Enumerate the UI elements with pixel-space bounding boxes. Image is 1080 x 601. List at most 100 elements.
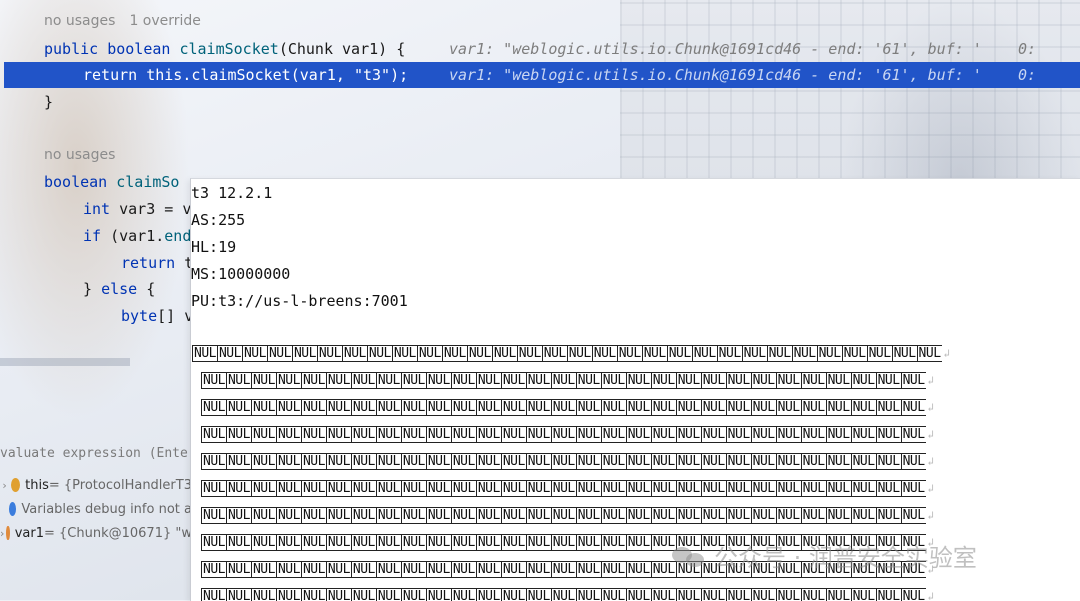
- nul-char: NUL: [600, 399, 626, 416]
- panel-splitter[interactable]: [0, 358, 130, 366]
- nul-char: NUL: [850, 480, 876, 497]
- nul-row: NUL NUL NUL NUL NUL NUL NUL NUL NUL NUL NUL NUL NUL N…: [201, 480, 934, 498]
- nul-char: NUL: [250, 561, 276, 578]
- nul-char: NUL: [700, 507, 726, 524]
- nul-char: NUL: [800, 372, 826, 389]
- nul-char: NUL: [600, 561, 626, 578]
- variable-row[interactable]: › var1 = {Chunk@10671} "w: [0, 522, 192, 544]
- nul-char: NUL: [400, 426, 426, 443]
- code-line-var3: int var3 = v: [83, 200, 192, 218]
- nul-char: NUL: [350, 561, 376, 578]
- nul-char: NUL: [875, 426, 901, 443]
- nul-char: NUL: [450, 426, 476, 443]
- nul-char: NUL: [900, 480, 926, 497]
- evaluate-expression-input[interactable]: valuate expression (Enter: [0, 446, 192, 461]
- nul-char: NUL: [650, 426, 676, 443]
- execution-point-line[interactable]: return this.claimSocket(var1, "t3"); var…: [4, 62, 1080, 88]
- nul-char: NUL: [525, 507, 551, 524]
- nul-char: NUL: [550, 372, 576, 389]
- nul-char: NUL: [450, 507, 476, 524]
- usages-hint[interactable]: no usages: [44, 13, 115, 29]
- nul-char: NUL: [375, 372, 401, 389]
- nul-char: NUL: [500, 453, 526, 470]
- watermark-text: 公众号 · 润普安全实验室: [714, 544, 977, 572]
- nul-char: NUL: [300, 453, 326, 470]
- nul-char: NUL: [450, 372, 476, 389]
- nul-char: NUL: [225, 453, 251, 470]
- nul-char: NUL: [475, 507, 501, 524]
- nul-char: NUL: [450, 480, 476, 497]
- nul-char: NUL: [575, 426, 601, 443]
- nul-char: NUL: [325, 561, 351, 578]
- nul-char: NUL: [475, 561, 501, 578]
- nul-char: NUL: [500, 534, 526, 551]
- nul-char: NUL: [350, 480, 376, 497]
- nul-char: NUL: [350, 426, 376, 443]
- expand-chevron-icon[interactable]: ›: [0, 527, 4, 540]
- nul-char: NUL: [600, 507, 626, 524]
- variable-value: = {Chunk@10671} "w: [44, 525, 192, 541]
- nul-char: NUL: [450, 588, 476, 601]
- variable-row[interactable]: › this = {ProtocolHandlerT3: [0, 474, 192, 496]
- nul-char: NUL: [250, 426, 276, 443]
- variable-row[interactable]: Variables debug info not a: [0, 498, 192, 520]
- nul-char: NUL: [400, 588, 426, 601]
- soft-wrap-icon: ↲: [927, 455, 935, 468]
- nul-char: NUL: [425, 588, 451, 601]
- nul-char: NUL: [800, 399, 826, 416]
- nul-char: NUL: [450, 534, 476, 551]
- nul-char: NUL: [850, 399, 876, 416]
- override-hint[interactable]: 1 override: [129, 13, 200, 29]
- nul-char: NUL: [425, 453, 451, 470]
- nul-char: NUL: [675, 426, 701, 443]
- nul-char: NUL: [750, 507, 776, 524]
- nul-char: NUL: [825, 453, 851, 470]
- nul-char: NUL: [500, 561, 526, 578]
- close-brace: }: [44, 93, 54, 111]
- nul-char: NUL: [275, 426, 301, 443]
- nul-char: NUL: [350, 534, 376, 551]
- nul-char: NUL: [250, 480, 276, 497]
- expand-chevron-icon[interactable]: ›: [0, 479, 9, 492]
- nul-char: NUL: [201, 426, 226, 443]
- nul-char: NUL: [275, 399, 301, 416]
- nul-char: NUL: [275, 534, 301, 551]
- nul-char: NUL: [891, 345, 917, 362]
- nul-char: NUL: [225, 426, 251, 443]
- nul-char: NUL: [325, 453, 351, 470]
- nul-char: NUL: [800, 588, 826, 601]
- exec-inline-value: var1: "weblogic.utils.io.Chunk@1691cd46 …: [449, 66, 1046, 84]
- nul-char: NUL: [250, 507, 276, 524]
- method2-usages-hint[interactable]: no usages: [44, 147, 115, 163]
- nul-char: NUL: [300, 399, 326, 416]
- nul-char: NUL: [375, 480, 401, 497]
- watermark: 公众号 · 润普安全实验室: [670, 538, 977, 573]
- nul-char: NUL: [400, 372, 426, 389]
- nul-char: NUL: [900, 453, 926, 470]
- nul-char: NUL: [741, 345, 767, 362]
- nul-char: NUL: [600, 453, 626, 470]
- nul-char: NUL: [725, 426, 751, 443]
- nul-char: NUL: [416, 345, 442, 362]
- nul-char: NUL: [201, 507, 226, 524]
- code-line-if: if (var1.end: [83, 227, 192, 245]
- nul-char: NUL: [625, 561, 651, 578]
- nul-char: NUL: [900, 399, 926, 416]
- nul-char: NUL: [725, 399, 751, 416]
- nul-char: NUL: [800, 453, 826, 470]
- method1-inlay-meta[interactable]: no usages 1 override: [44, 13, 215, 29]
- nul-char: NUL: [341, 345, 367, 362]
- nul-char: NUL: [800, 480, 826, 497]
- nul-char: NUL: [550, 426, 576, 443]
- nul-char: NUL: [625, 480, 651, 497]
- nul-char: NUL: [750, 453, 776, 470]
- nul-char: NUL: [375, 453, 401, 470]
- nul-char: NUL: [916, 345, 942, 362]
- nul-char: NUL: [650, 399, 676, 416]
- nul-char: NUL: [450, 453, 476, 470]
- nul-char: NUL: [216, 345, 242, 362]
- nul-char: NUL: [575, 453, 601, 470]
- nul-char: NUL: [550, 507, 576, 524]
- nul-char: NUL: [700, 372, 726, 389]
- nul-char: NUL: [475, 534, 501, 551]
